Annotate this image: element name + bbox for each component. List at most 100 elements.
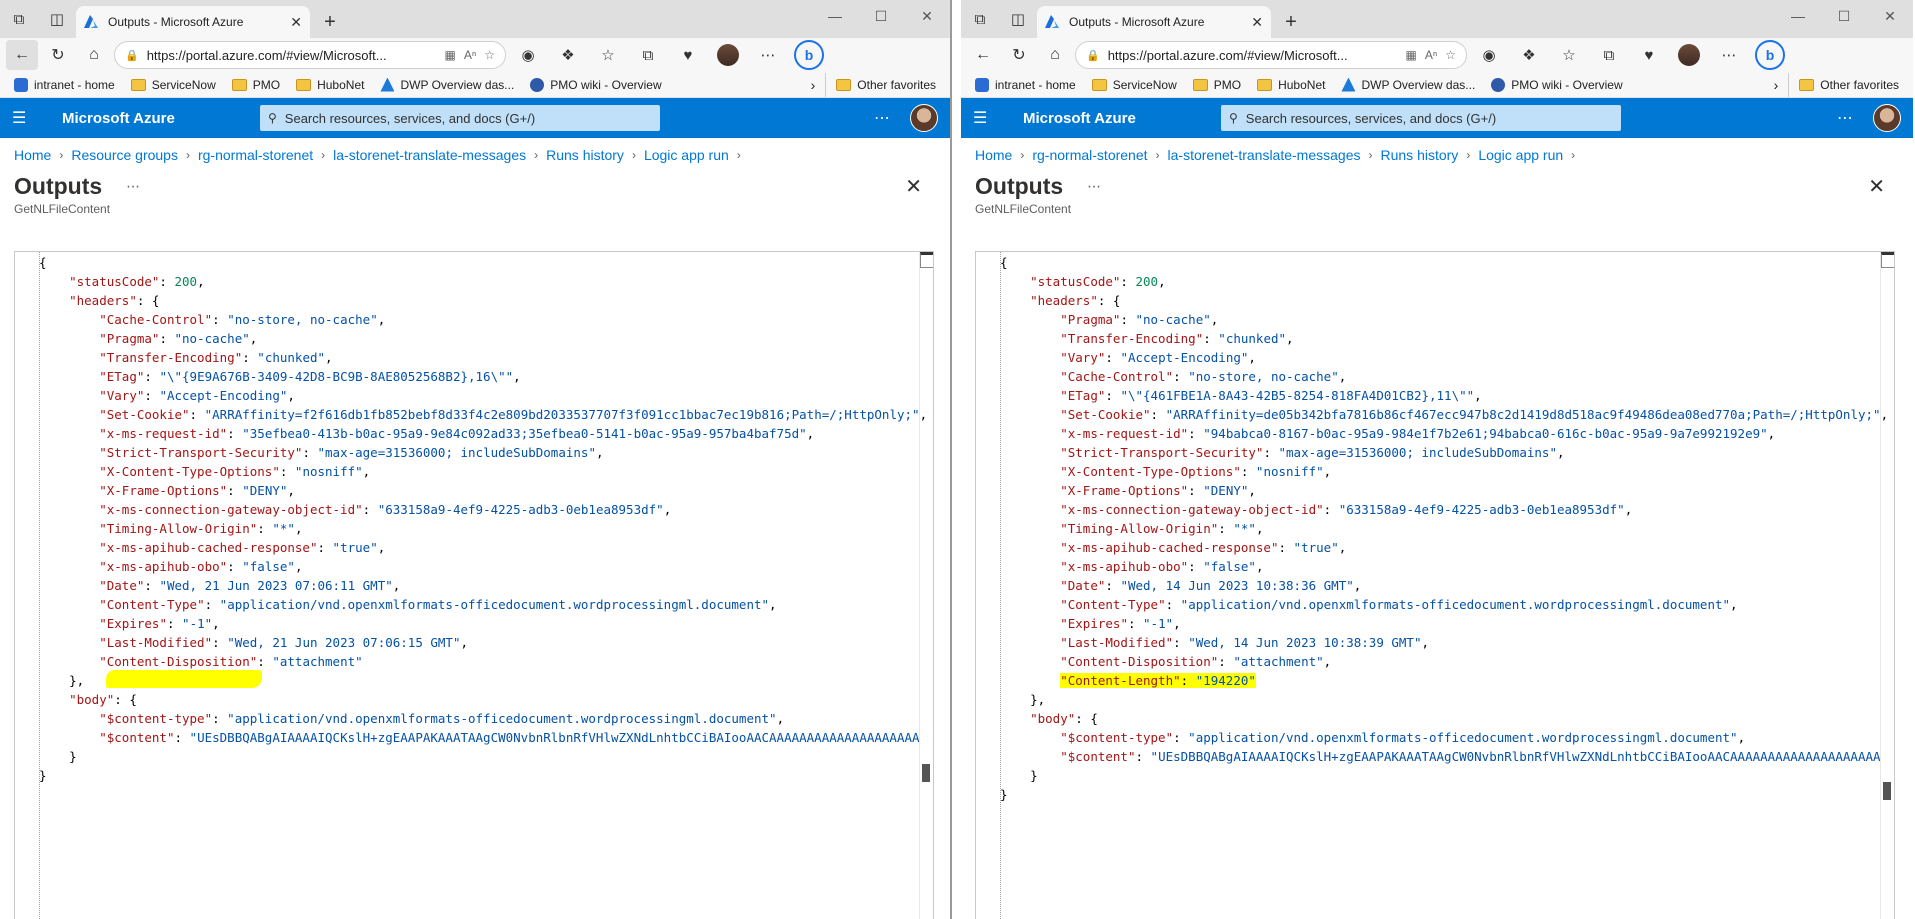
header-key: x-ms-connection-gateway-object-id xyxy=(1067,502,1317,517)
back-icon[interactable]: ← xyxy=(6,40,38,70)
breadcrumb-link[interactable]: Runs history xyxy=(546,147,624,163)
title-more-icon[interactable]: ⋯ xyxy=(126,178,140,195)
favorite-star-icon[interactable]: ☆ xyxy=(484,48,495,62)
chevron-right-icon[interactable]: › xyxy=(1764,77,1789,93)
header-value: Accept-Encoding xyxy=(166,388,280,403)
header-value: true xyxy=(1301,540,1332,555)
favorite-item[interactable]: HuboNet xyxy=(288,73,372,97)
tracking-icon[interactable]: ◉ xyxy=(510,40,546,70)
profile-avatar[interactable] xyxy=(710,40,746,70)
breadcrumb-link[interactable]: Logic app run xyxy=(1478,147,1563,163)
breadcrumb-link[interactable]: Logic app run xyxy=(644,147,729,163)
blade-title-row: Outputs ⋯ ✕ xyxy=(961,172,1913,200)
favorite-item[interactable]: DWP Overview das... xyxy=(372,73,522,97)
back-icon[interactable]: ← xyxy=(967,40,999,70)
other-favorites[interactable]: Other favorites xyxy=(1788,72,1907,97)
close-icon[interactable]: ✕ xyxy=(1868,174,1885,199)
performance-icon[interactable]: ♥ xyxy=(670,40,706,70)
favorite-item[interactable]: PMO wiki - Overview xyxy=(1483,73,1630,97)
header-value: -1 xyxy=(1150,616,1166,631)
json-output-viewer[interactable]: { "statusCode": 200, "headers": { "Cache… xyxy=(14,251,934,919)
tab-actions-icon[interactable]: ◫ xyxy=(38,0,76,38)
chevron-right-icon[interactable]: › xyxy=(801,77,826,93)
breadcrumb-link[interactable]: rg-normal-storenet xyxy=(198,147,313,163)
favorite-item[interactable]: HuboNet xyxy=(1249,73,1333,97)
header-more-icon[interactable]: ⋯ xyxy=(1817,108,1873,128)
header-key: Date xyxy=(106,578,137,593)
minimize-icon[interactable]: — xyxy=(1775,0,1821,32)
favorite-item[interactable]: ServiceNow xyxy=(123,73,224,97)
breadcrumb-link[interactable]: la-storenet-translate-messages xyxy=(333,147,526,163)
more-options-icon[interactable]: ⋯ xyxy=(1711,40,1747,70)
scrollbar-thumb[interactable] xyxy=(1883,782,1891,800)
hamburger-menu-icon[interactable]: ☰ xyxy=(973,108,1009,128)
performance-icon[interactable]: ♥ xyxy=(1631,40,1667,70)
scrollbar[interactable] xyxy=(1880,252,1894,919)
tracking-icon[interactable]: ◉ xyxy=(1471,40,1507,70)
bing-icon[interactable]: b xyxy=(794,40,824,70)
apps-icon[interactable]: ▦ xyxy=(1406,48,1417,62)
favorites-icon[interactable]: ☆ xyxy=(590,40,626,70)
tab-actions-icon[interactable]: ◫ xyxy=(999,0,1037,38)
breadcrumb-link[interactable]: rg-normal-storenet xyxy=(1032,147,1147,163)
favorite-item[interactable]: PMO xyxy=(1185,73,1249,97)
address-bar[interactable]: 🔒 https://portal.azure.com/#view/Microso… xyxy=(114,41,506,69)
read-aloud-icon[interactable]: Aⁿ xyxy=(1425,48,1437,62)
new-tab-button[interactable]: + xyxy=(1275,6,1307,38)
minimize-icon[interactable]: — xyxy=(812,0,858,32)
workspaces-icon[interactable]: ⧉ xyxy=(0,0,38,38)
breadcrumb-link[interactable]: Home xyxy=(14,147,51,163)
favorite-item[interactable]: intranet - home xyxy=(6,73,123,97)
breadcrumb-link[interactable]: Home xyxy=(975,147,1012,163)
favorite-item[interactable]: intranet - home xyxy=(967,73,1084,97)
account-avatar[interactable] xyxy=(1873,104,1901,132)
favorites-icon[interactable]: ☆ xyxy=(1551,40,1587,70)
refresh-icon[interactable]: ↻ xyxy=(1003,40,1035,70)
json-output-viewer[interactable]: { "statusCode": 200, "headers": { "Pragm… xyxy=(975,251,1895,919)
breadcrumb-link[interactable]: Resource groups xyxy=(71,147,178,163)
browser-tab[interactable]: Outputs - Microsoft Azure ✕ xyxy=(76,6,310,38)
address-bar[interactable]: 🔒 https://portal.azure.com/#view/Microso… xyxy=(1075,41,1467,69)
favorite-item[interactable]: DWP Overview das... xyxy=(1333,73,1483,97)
global-search-input[interactable]: ⚲ Search resources, services, and docs (… xyxy=(260,105,660,131)
account-avatar[interactable] xyxy=(910,104,938,132)
favorite-star-icon[interactable]: ☆ xyxy=(1445,48,1456,62)
favorite-item[interactable]: PMO xyxy=(224,73,288,97)
home-icon[interactable]: ⌂ xyxy=(78,40,110,70)
address-toolbar: ← ↻ ⌂ 🔒 https://portal.azure.com/#view/M… xyxy=(961,38,1913,72)
collections-icon[interactable]: ⧉ xyxy=(1591,40,1627,70)
bing-icon[interactable]: b xyxy=(1755,40,1785,70)
close-icon[interactable]: ✕ xyxy=(905,174,922,199)
close-window-icon[interactable]: ✕ xyxy=(1867,0,1913,32)
scrollbar[interactable] xyxy=(919,252,933,919)
extensions-icon[interactable]: ❖ xyxy=(550,40,586,70)
azure-brand[interactable]: Microsoft Azure xyxy=(48,110,260,127)
maximize-icon[interactable]: ☐ xyxy=(858,0,904,32)
read-aloud-icon[interactable]: Aⁿ xyxy=(464,48,476,62)
favorite-item[interactable]: ServiceNow xyxy=(1084,73,1185,97)
header-more-icon[interactable]: ⋯ xyxy=(854,108,910,128)
hamburger-menu-icon[interactable]: ☰ xyxy=(12,108,48,128)
global-search-input[interactable]: ⚲ Search resources, services, and docs (… xyxy=(1221,105,1621,131)
collections-icon[interactable]: ⧉ xyxy=(630,40,666,70)
home-icon[interactable]: ⌂ xyxy=(1039,40,1071,70)
breadcrumb-link[interactable]: Runs history xyxy=(1381,147,1459,163)
browser-tab[interactable]: Outputs - Microsoft Azure ✕ xyxy=(1037,6,1271,38)
profile-avatar[interactable] xyxy=(1671,40,1707,70)
favorite-item[interactable]: PMO wiki - Overview xyxy=(522,73,669,97)
close-tab-icon[interactable]: ✕ xyxy=(1251,14,1263,31)
scrollbar-thumb[interactable] xyxy=(922,764,930,782)
maximize-icon[interactable]: ☐ xyxy=(1821,0,1867,32)
close-window-icon[interactable]: ✕ xyxy=(904,0,950,32)
extensions-icon[interactable]: ❖ xyxy=(1511,40,1547,70)
other-favorites[interactable]: Other favorites xyxy=(825,72,944,97)
close-tab-icon[interactable]: ✕ xyxy=(290,14,302,31)
new-tab-button[interactable]: + xyxy=(314,6,346,38)
apps-icon[interactable]: ▦ xyxy=(445,48,456,62)
more-options-icon[interactable]: ⋯ xyxy=(750,40,786,70)
refresh-icon[interactable]: ↻ xyxy=(42,40,74,70)
azure-brand[interactable]: Microsoft Azure xyxy=(1009,110,1221,127)
workspaces-icon[interactable]: ⧉ xyxy=(961,0,999,38)
breadcrumb-link[interactable]: la-storenet-translate-messages xyxy=(1168,147,1361,163)
title-more-icon[interactable]: ⋯ xyxy=(1087,178,1101,195)
